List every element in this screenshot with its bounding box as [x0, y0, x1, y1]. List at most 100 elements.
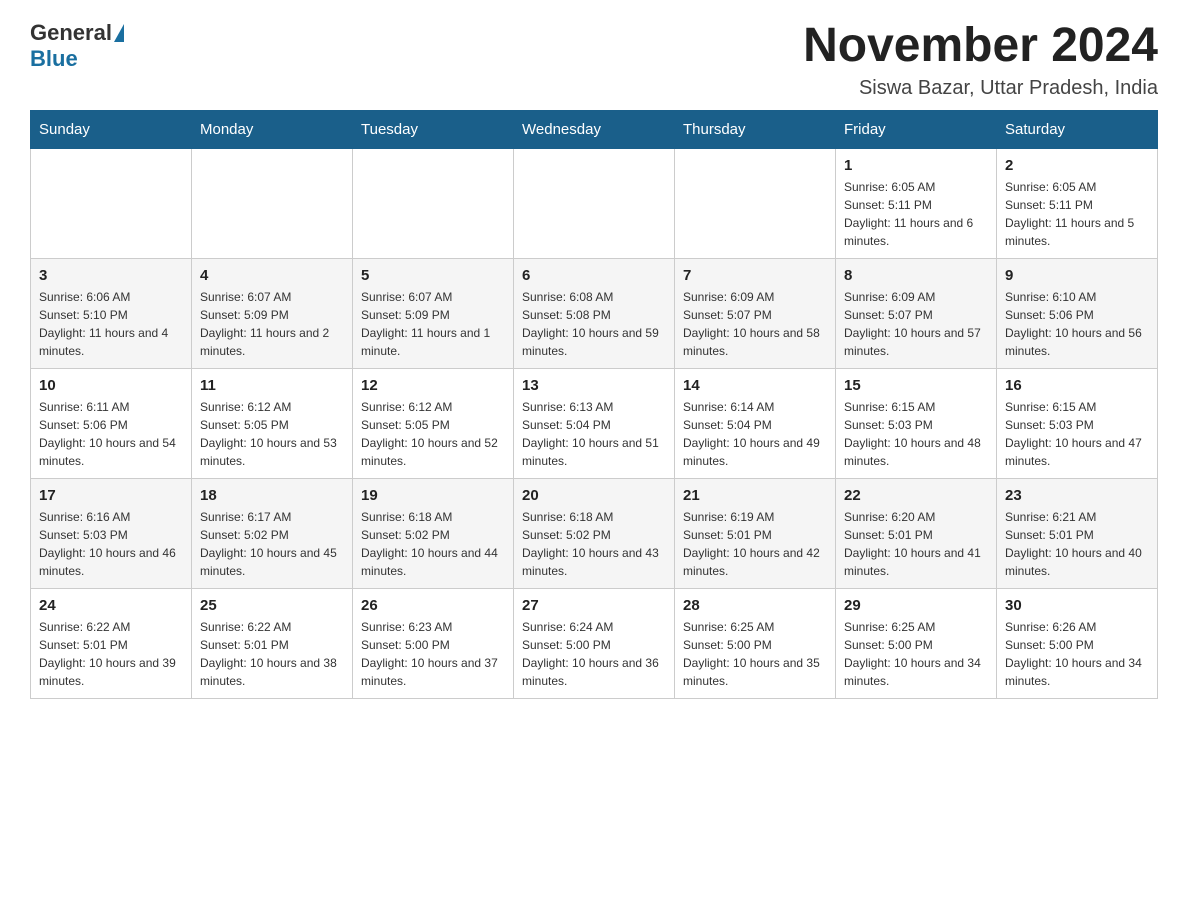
day-number: 7: [683, 267, 827, 284]
calendar-cell: 25 Sunrise: 6:22 AM Sunset: 5:01 PM Dayli…: [192, 588, 353, 698]
day-info: Sunrise: 6:15 AM Sunset: 5:03 PM Dayligh…: [1005, 398, 1149, 470]
day-info: Sunrise: 6:07 AM Sunset: 5:09 PM Dayligh…: [200, 288, 344, 360]
calendar-week-row: 10 Sunrise: 6:11 AM Sunset: 5:06 PM Dayli…: [31, 368, 1158, 478]
calendar-cell: 9Sunrise: 6:10 AM Sunset: 5:06 PM Daylig…: [997, 258, 1158, 368]
day-number: 27: [522, 597, 666, 614]
calendar-cell: [675, 148, 836, 258]
location-text: Siswa Bazar, Uttar Pradesh, India: [803, 77, 1158, 100]
day-number: 29: [844, 597, 988, 614]
day-number: 1: [844, 157, 988, 174]
day-number: 15: [844, 377, 988, 394]
day-info: Sunrise: 6:14 AM Sunset: 5:04 PM Dayligh…: [683, 398, 827, 470]
logo-general-text: General: [30, 20, 112, 46]
calendar-cell: [514, 148, 675, 258]
calendar-header-row: SundayMondayTuesdayWednesdayThursdayFrid…: [31, 110, 1158, 148]
calendar-cell: 15 Sunrise: 6:15 AM Sunset: 5:03 PM Dayli…: [836, 368, 997, 478]
calendar-cell: 5Sunrise: 6:07 AM Sunset: 5:09 PM Daylig…: [353, 258, 514, 368]
page-header: General Blue November 2024 Siswa Bazar, …: [30, 20, 1158, 100]
day-info: Sunrise: 6:05 AM Sunset: 5:11 PM Dayligh…: [844, 178, 988, 250]
day-info: Sunrise: 6:06 AM Sunset: 5:10 PM Dayligh…: [39, 288, 183, 360]
day-number: 22: [844, 487, 988, 504]
day-info: Sunrise: 6:09 AM Sunset: 5:07 PM Dayligh…: [844, 288, 988, 360]
day-number: 21: [683, 487, 827, 504]
calendar-cell: 7 Sunrise: 6:09 AM Sunset: 5:07 PM Daylig…: [675, 258, 836, 368]
logo-triangle-icon: [114, 24, 124, 42]
calendar-cell: 16 Sunrise: 6:15 AM Sunset: 5:03 PM Dayli…: [997, 368, 1158, 478]
day-number: 19: [361, 487, 505, 504]
day-number: 23: [1005, 487, 1149, 504]
day-number: 20: [522, 487, 666, 504]
day-number: 26: [361, 597, 505, 614]
calendar-week-row: 3 Sunrise: 6:06 AM Sunset: 5:10 PM Daylig…: [31, 258, 1158, 368]
day-info: Sunrise: 6:08 AM Sunset: 5:08 PM Dayligh…: [522, 288, 666, 360]
calendar-table: SundayMondayTuesdayWednesdayThursdayFrid…: [30, 110, 1158, 699]
calendar-cell: 28 Sunrise: 6:25 AM Sunset: 5:00 PM Dayli…: [675, 588, 836, 698]
day-of-week-header: Thursday: [675, 110, 836, 148]
day-info: Sunrise: 6:26 AM Sunset: 5:00 PM Dayligh…: [1005, 618, 1149, 690]
logo-blue-text: Blue: [30, 46, 78, 72]
day-of-week-header: Sunday: [31, 110, 192, 148]
day-info: Sunrise: 6:09 AM Sunset: 5:07 PM Dayligh…: [683, 288, 827, 360]
day-number: 9: [1005, 267, 1149, 284]
calendar-cell: 3 Sunrise: 6:06 AM Sunset: 5:10 PM Daylig…: [31, 258, 192, 368]
day-of-week-header: Friday: [836, 110, 997, 148]
calendar-cell: 24 Sunrise: 6:22 AM Sunset: 5:01 PM Dayli…: [31, 588, 192, 698]
calendar-cell: 29 Sunrise: 6:25 AM Sunset: 5:00 PM Dayli…: [836, 588, 997, 698]
calendar-cell: 6Sunrise: 6:08 AM Sunset: 5:08 PM Daylig…: [514, 258, 675, 368]
calendar-cell: 2Sunrise: 6:05 AM Sunset: 5:11 PM Daylig…: [997, 148, 1158, 258]
calendar-cell: 19 Sunrise: 6:18 AM Sunset: 5:02 PM Dayli…: [353, 478, 514, 588]
day-number: 14: [683, 377, 827, 394]
day-number: 12: [361, 377, 505, 394]
day-number: 16: [1005, 377, 1149, 394]
day-info: Sunrise: 6:18 AM Sunset: 5:02 PM Dayligh…: [361, 508, 505, 580]
day-info: Sunrise: 6:16 AM Sunset: 5:03 PM Dayligh…: [39, 508, 183, 580]
calendar-cell: [192, 148, 353, 258]
calendar-cell: 1 Sunrise: 6:05 AM Sunset: 5:11 PM Daylig…: [836, 148, 997, 258]
day-number: 28: [683, 597, 827, 614]
day-info: Sunrise: 6:25 AM Sunset: 5:00 PM Dayligh…: [844, 618, 988, 690]
calendar-cell: 26Sunrise: 6:23 AM Sunset: 5:00 PM Dayli…: [353, 588, 514, 698]
calendar-cell: 30 Sunrise: 6:26 AM Sunset: 5:00 PM Dayli…: [997, 588, 1158, 698]
day-number: 17: [39, 487, 183, 504]
day-info: Sunrise: 6:05 AM Sunset: 5:11 PM Dayligh…: [1005, 178, 1149, 250]
day-info: Sunrise: 6:22 AM Sunset: 5:01 PM Dayligh…: [200, 618, 344, 690]
day-of-week-header: Wednesday: [514, 110, 675, 148]
day-info: Sunrise: 6:11 AM Sunset: 5:06 PM Dayligh…: [39, 398, 183, 470]
day-number: 24: [39, 597, 183, 614]
day-number: 8: [844, 267, 988, 284]
day-of-week-header: Tuesday: [353, 110, 514, 148]
calendar-cell: 11Sunrise: 6:12 AM Sunset: 5:05 PM Dayli…: [192, 368, 353, 478]
day-info: Sunrise: 6:22 AM Sunset: 5:01 PM Dayligh…: [39, 618, 183, 690]
day-info: Sunrise: 6:19 AM Sunset: 5:01 PM Dayligh…: [683, 508, 827, 580]
day-info: Sunrise: 6:12 AM Sunset: 5:05 PM Dayligh…: [361, 398, 505, 470]
day-number: 3: [39, 267, 183, 284]
day-info: Sunrise: 6:24 AM Sunset: 5:00 PM Dayligh…: [522, 618, 666, 690]
day-number: 18: [200, 487, 344, 504]
day-info: Sunrise: 6:18 AM Sunset: 5:02 PM Dayligh…: [522, 508, 666, 580]
logo: General Blue: [30, 20, 126, 72]
calendar-cell: 10 Sunrise: 6:11 AM Sunset: 5:06 PM Dayli…: [31, 368, 192, 478]
calendar-cell: 12 Sunrise: 6:12 AM Sunset: 5:05 PM Dayli…: [353, 368, 514, 478]
day-info: Sunrise: 6:13 AM Sunset: 5:04 PM Dayligh…: [522, 398, 666, 470]
calendar-cell: 13Sunrise: 6:13 AM Sunset: 5:04 PM Dayli…: [514, 368, 675, 478]
calendar-cell: 14 Sunrise: 6:14 AM Sunset: 5:04 PM Dayli…: [675, 368, 836, 478]
day-of-week-header: Saturday: [997, 110, 1158, 148]
day-info: Sunrise: 6:15 AM Sunset: 5:03 PM Dayligh…: [844, 398, 988, 470]
calendar-cell: 21 Sunrise: 6:19 AM Sunset: 5:01 PM Dayli…: [675, 478, 836, 588]
day-of-week-header: Monday: [192, 110, 353, 148]
calendar-week-row: 1 Sunrise: 6:05 AM Sunset: 5:11 PM Daylig…: [31, 148, 1158, 258]
day-number: 30: [1005, 597, 1149, 614]
title-section: November 2024 Siswa Bazar, Uttar Pradesh…: [803, 20, 1158, 100]
day-number: 25: [200, 597, 344, 614]
calendar-cell: 18Sunrise: 6:17 AM Sunset: 5:02 PM Dayli…: [192, 478, 353, 588]
calendar-cell: 17 Sunrise: 6:16 AM Sunset: 5:03 PM Dayli…: [31, 478, 192, 588]
calendar-cell: 27 Sunrise: 6:24 AM Sunset: 5:00 PM Dayli…: [514, 588, 675, 698]
calendar-cell: [353, 148, 514, 258]
month-title: November 2024: [803, 20, 1158, 73]
day-number: 10: [39, 377, 183, 394]
day-info: Sunrise: 6:21 AM Sunset: 5:01 PM Dayligh…: [1005, 508, 1149, 580]
day-info: Sunrise: 6:25 AM Sunset: 5:00 PM Dayligh…: [683, 618, 827, 690]
calendar-cell: 8 Sunrise: 6:09 AM Sunset: 5:07 PM Daylig…: [836, 258, 997, 368]
day-info: Sunrise: 6:12 AM Sunset: 5:05 PM Dayligh…: [200, 398, 344, 470]
day-number: 5: [361, 267, 505, 284]
